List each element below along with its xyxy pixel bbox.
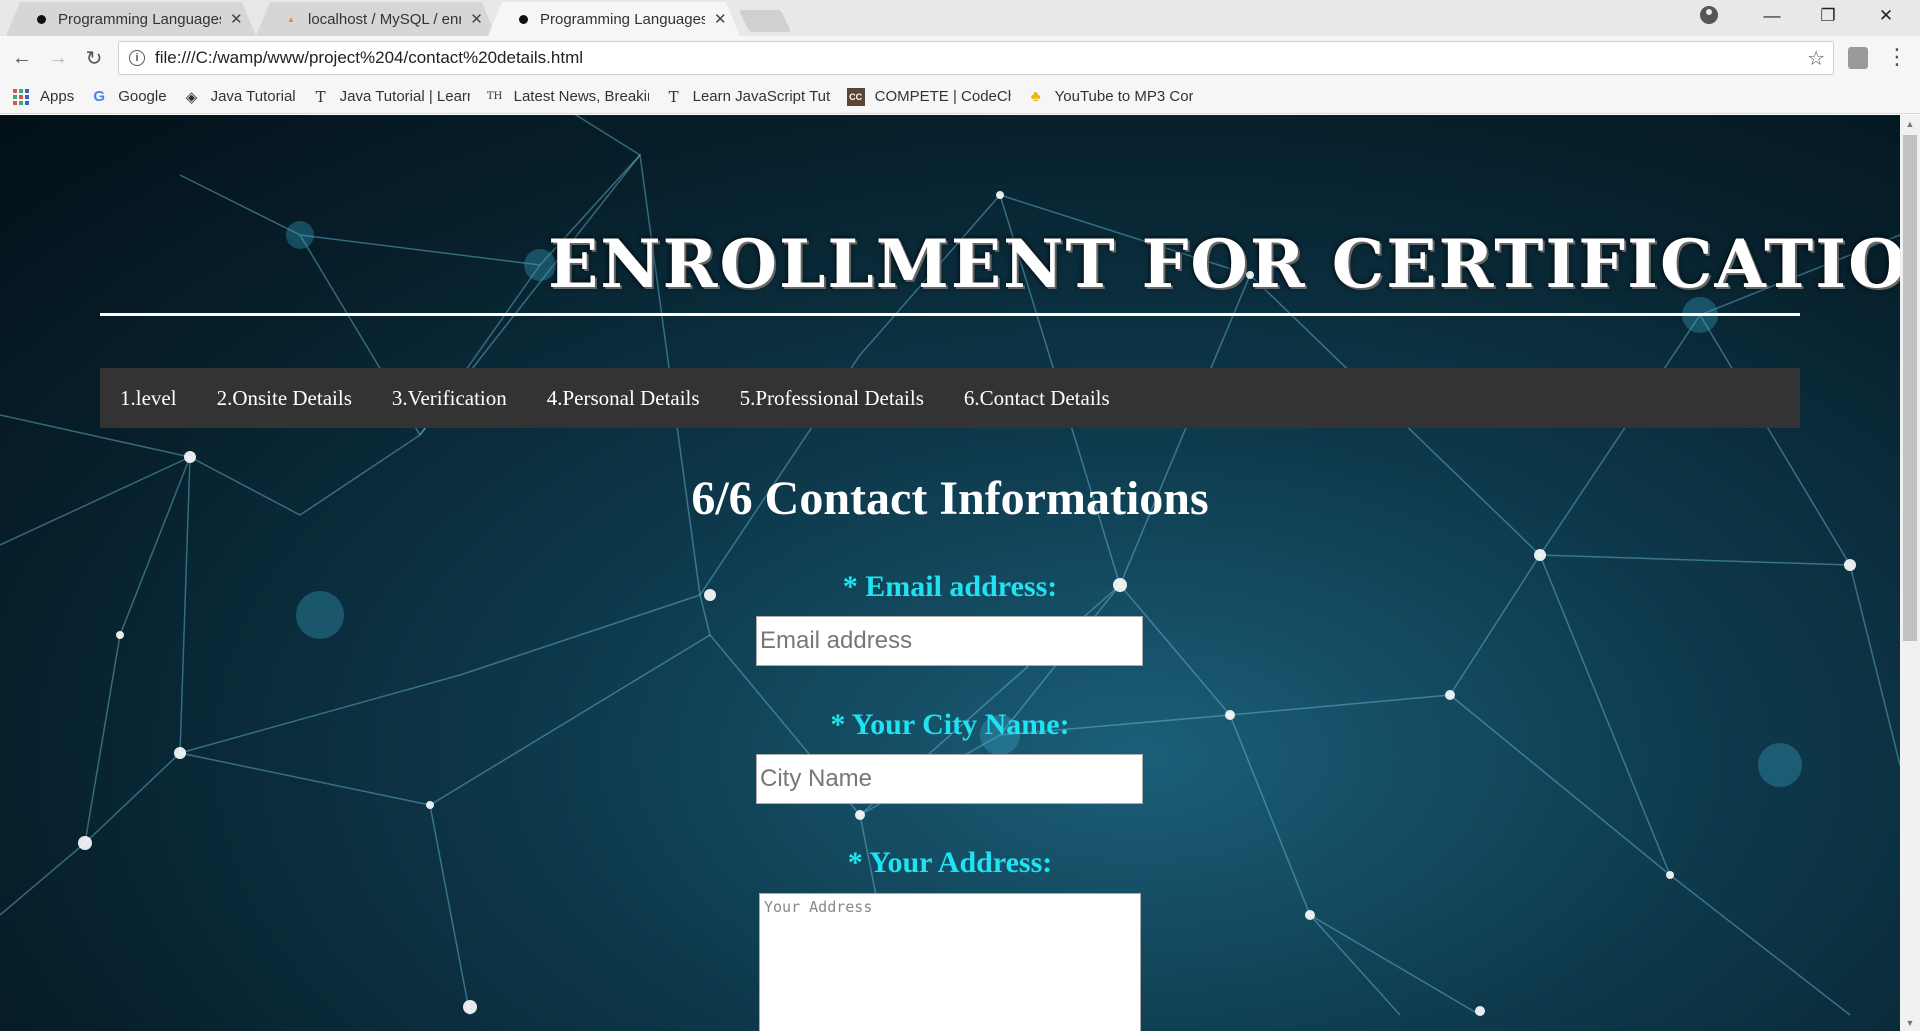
nav-link-level[interactable]: 1.level <box>120 386 177 411</box>
extension-icon[interactable] <box>1848 47 1868 69</box>
bookmark-google[interactable]: G Google <box>90 88 166 106</box>
t-icon: T <box>315 87 326 106</box>
bookmark-java-tutorial-learn[interactable]: T Java Tutorial | Learn <box>312 88 470 106</box>
bookmark-label: Latest News, Breakin <box>513 88 649 105</box>
new-tab-button[interactable] <box>738 10 792 32</box>
bookmark-star-icon[interactable]: ☆ <box>1807 46 1825 71</box>
email-label: * Email address: <box>842 570 1058 603</box>
url-text[interactable]: file:///C:/wamp/www/project%204/contact%… <box>155 48 583 68</box>
profile-icon[interactable] <box>1700 6 1718 24</box>
page-content: ENROLLMENT FOR CERTIFICATION 1.level 2.O… <box>0 115 1900 1031</box>
scroll-down-icon[interactable]: ▼ <box>1900 1014 1920 1031</box>
converter-icon: ♣ <box>1030 88 1041 105</box>
nav-link-onsite-details[interactable]: 2.Onsite Details <box>217 386 352 411</box>
page-viewport: ENROLLMENT FOR CERTIFICATION 1.level 2.O… <box>0 115 1900 1031</box>
tab-title: localhost / MySQL / enro <box>308 10 462 28</box>
nav-link-contact-details[interactable]: 6.Contact Details <box>964 386 1110 411</box>
info-icon[interactable]: i <box>129 50 145 66</box>
bookmark-java-tutorial[interactable]: ◈ Java Tutorial <box>183 88 296 106</box>
bookmark-label: YouTube to MP3 Cor <box>1054 88 1193 105</box>
address-bar[interactable]: i file:///C:/wamp/www/project%204/contac… <box>118 41 1834 75</box>
bookmark-label: COMPETE | CodeChe <box>874 88 1011 105</box>
bookmark-latest-news[interactable]: TH Latest News, Breakin <box>486 88 649 106</box>
bookmark-apps[interactable]: Apps <box>12 88 74 106</box>
scrollbar-thumb[interactable] <box>1903 135 1917 641</box>
restore-icon[interactable]: ❐ <box>1800 0 1856 32</box>
tab-title: Programming Languages <box>540 10 705 28</box>
page-banner: ENROLLMENT FOR CERTIFICATION <box>548 225 1900 303</box>
address-label: * Your Address: <box>847 846 1053 879</box>
bookmark-label: Java Tutorial | Learn <box>339 88 470 105</box>
close-icon[interactable]: ✕ <box>713 10 728 28</box>
bookmarks-bar: Apps G Google ◈ Java Tutorial T Java Tut… <box>0 80 1920 114</box>
phpmyadmin-icon: ▲ <box>287 14 295 24</box>
bookmark-label: Learn JavaScript Tuto <box>692 88 831 105</box>
bookmark-youtube-mp3[interactable]: ♣ YouTube to MP3 Cor <box>1027 88 1193 106</box>
java-tutorial-icon: ◈ <box>185 88 198 106</box>
apps-grid-icon <box>12 88 30 106</box>
google-icon: G <box>93 88 106 105</box>
kebab-menu-icon[interactable]: ⋮ <box>1886 44 1908 70</box>
city-input[interactable] <box>756 754 1143 804</box>
browser-tab[interactable]: ▲ localhost / MySQL / enro ✕ <box>256 2 496 36</box>
browser-tab-active[interactable]: Programming Languages ✕ <box>488 2 740 36</box>
address-textarea[interactable] <box>759 893 1141 1031</box>
step-navbar: 1.level 2.Onsite Details 3.Verification … <box>100 368 1800 428</box>
city-label: * Your City Name: <box>830 708 1070 741</box>
bookmark-label: Java Tutorial <box>210 88 296 105</box>
browser-toolbar: ← → ↻ i file:///C:/wamp/www/project%204/… <box>0 36 1920 80</box>
th-icon: TH <box>486 91 503 102</box>
browser-tab[interactable]: Programming Languages ✕ <box>6 2 256 36</box>
bookmark-label: Apps <box>40 88 75 105</box>
t-icon: T <box>668 87 679 106</box>
black-dot-icon <box>516 12 530 26</box>
bookmark-label: Google <box>118 88 167 105</box>
codechef-icon: CC <box>846 87 865 106</box>
forward-arrow-icon[interactable]: → <box>44 44 72 72</box>
nav-link-professional-details[interactable]: 5.Professional Details <box>740 386 924 411</box>
nav-link-verification[interactable]: 3.Verification <box>392 386 507 411</box>
close-icon[interactable]: ✕ <box>229 10 244 28</box>
tab-title: Programming Languages <box>58 10 221 28</box>
form-title: 6/6 Contact Informations <box>691 472 1209 525</box>
email-input[interactable] <box>756 616 1143 666</box>
scroll-up-icon[interactable]: ▲ <box>1900 115 1920 132</box>
nav-link-personal-details[interactable]: 4.Personal Details <box>547 386 700 411</box>
black-dot-icon <box>34 12 48 26</box>
divider <box>100 313 1800 316</box>
bookmark-learn-javascript[interactable]: T Learn JavaScript Tuto <box>665 88 831 106</box>
bookmark-codechef[interactable]: CC COMPETE | CodeChe <box>846 87 1011 106</box>
tab-strip: Programming Languages ✕ ▲ localhost / My… <box>0 0 1920 36</box>
back-arrow-icon[interactable]: ← <box>8 44 36 72</box>
reload-icon[interactable]: ↻ <box>80 44 108 72</box>
window-close-icon[interactable]: ✕ <box>1858 0 1914 32</box>
page-scrollbar[interactable]: ▲ ▼ <box>1900 115 1920 1031</box>
minimize-icon[interactable]: — <box>1744 0 1800 32</box>
close-icon[interactable]: ✕ <box>469 10 484 28</box>
